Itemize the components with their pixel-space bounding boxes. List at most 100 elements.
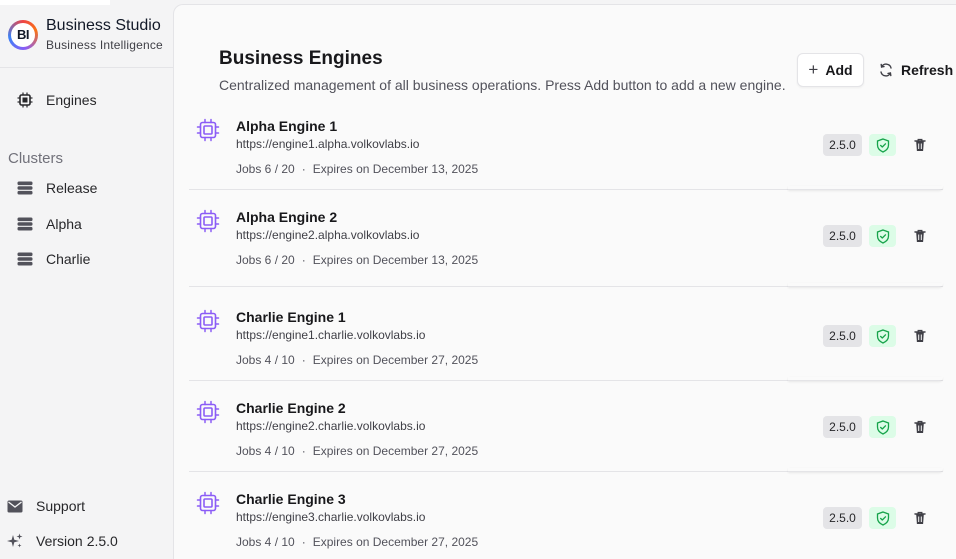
app-subtitle: Business Intelligence — [46, 38, 163, 52]
refresh-button[interactable]: Refresh — [879, 53, 956, 87]
meta-separator: · — [301, 253, 306, 267]
sidebar-item-charlie[interactable]: Charlie — [16, 250, 90, 268]
cpu-icon — [196, 118, 220, 142]
envelope-icon — [6, 497, 24, 515]
cpu-icon — [16, 91, 34, 109]
sidebar-item-label: Alpha — [46, 216, 82, 232]
engine-url: https://engine2.alpha.volkovlabs.io — [236, 228, 420, 242]
shield-check-icon — [876, 510, 889, 526]
engine-jobs: Jobs 4 / 10 — [236, 535, 295, 549]
engine-name: Alpha Engine 2 — [236, 209, 338, 225]
trash-icon — [914, 138, 926, 151]
sidebar-item-alpha[interactable]: Alpha — [16, 215, 82, 233]
cpu-icon — [196, 209, 220, 233]
engine-card-charlie-1[interactable]: Charlie Engine 1 https://engine1.charlie… — [189, 299, 943, 381]
meta-separator: · — [301, 444, 306, 458]
brand[interactable]: BI Business Studio Business Intelligence — [8, 17, 163, 52]
shield-check-icon — [876, 328, 889, 344]
status-badge — [869, 225, 896, 247]
cpu-icon — [196, 400, 220, 424]
engine-meta: Jobs 6 / 20 · Expires on December 13, 2025 — [236, 253, 478, 267]
engine-meta: Jobs 4 / 10 · Expires on December 27, 2025 — [236, 535, 478, 549]
clusters-heading: Clusters — [8, 150, 64, 167]
cpu-icon — [196, 491, 220, 515]
sidebar-item-label: Charlie — [46, 251, 91, 267]
card-shadow — [788, 468, 943, 472]
add-label: Add — [825, 62, 853, 78]
engine-expires: Expires on December 27, 2025 — [312, 353, 479, 367]
server-stack-icon — [16, 250, 34, 268]
version-info: Version 2.5.0 — [6, 532, 118, 550]
card-shadow — [788, 283, 943, 287]
sparkles-icon — [6, 532, 24, 550]
engine-jobs: Jobs 4 / 10 — [236, 444, 295, 458]
version-value: 2.5.0 — [86, 533, 118, 549]
server-stack-icon — [16, 215, 34, 233]
shield-check-icon — [876, 137, 889, 153]
card-shadow — [788, 186, 943, 190]
engine-name: Alpha Engine 1 — [236, 118, 338, 134]
sidebar-item-label: Engines — [46, 92, 97, 108]
engine-jobs: Jobs 6 / 20 — [236, 162, 295, 176]
engine-url: https://engine3.charlie.volkovlabs.io — [236, 510, 426, 524]
trash-icon — [914, 329, 926, 342]
engine-card-alpha-1[interactable]: Alpha Engine 1 https://engine1.alpha.vol… — [189, 108, 943, 190]
version-label: Version — [36, 533, 83, 549]
engine-card-charlie-2[interactable]: Charlie Engine 2 https://engine2.charlie… — [189, 390, 943, 472]
version-badge: 2.5.0 — [823, 225, 862, 247]
version-badge: 2.5.0 — [823, 325, 862, 347]
meta-separator: · — [301, 353, 306, 367]
shield-check-icon — [876, 419, 889, 435]
version-badge: 2.5.0 — [823, 134, 862, 156]
cpu-icon — [196, 309, 220, 333]
status-badge — [869, 325, 896, 347]
delete-button[interactable] — [912, 509, 928, 527]
sidebar-divider — [0, 67, 173, 68]
card-shadow — [788, 377, 943, 381]
add-button[interactable]: + Add — [797, 53, 864, 87]
engine-url: https://engine2.charlie.volkovlabs.io — [236, 419, 426, 433]
engine-url: https://engine1.alpha.volkovlabs.io — [236, 137, 420, 151]
refresh-icon — [879, 63, 893, 77]
sidebar-item-release[interactable]: Release — [16, 179, 97, 197]
engine-expires: Expires on December 27, 2025 — [312, 444, 479, 458]
plus-icon: + — [808, 60, 819, 79]
engine-jobs: Jobs 6 / 20 — [236, 253, 295, 267]
refresh-label: Refresh — [901, 62, 954, 78]
delete-button[interactable] — [912, 227, 928, 245]
engine-card-alpha-2[interactable]: Alpha Engine 2 https://engine2.alpha.vol… — [189, 199, 943, 287]
bi-logo: BI — [8, 19, 38, 50]
trash-icon — [914, 511, 926, 524]
logo-text: BI — [11, 22, 35, 47]
meta-separator: · — [301, 162, 306, 176]
page-title: Business Engines — [219, 48, 383, 69]
shield-check-icon — [876, 228, 889, 244]
top-accent-line — [0, 0, 110, 5]
support-label: Support — [36, 498, 86, 514]
version-badge: 2.5.0 — [823, 416, 862, 438]
engine-meta: Jobs 4 / 10 · Expires on December 27, 2025 — [236, 353, 478, 367]
status-badge — [869, 416, 896, 438]
status-badge — [869, 507, 896, 529]
engine-name: Charlie Engine 2 — [236, 400, 346, 416]
engine-card-charlie-3[interactable]: Charlie Engine 3 https://engine3.charlie… — [189, 481, 943, 559]
status-badge — [869, 134, 896, 156]
support-link[interactable]: Support — [6, 497, 85, 515]
engine-expires: Expires on December 13, 2025 — [312, 162, 479, 176]
engine-url: https://engine1.charlie.volkovlabs.io — [236, 328, 426, 342]
app-title: Business Studio — [46, 17, 161, 34]
engine-name: Charlie Engine 3 — [236, 491, 346, 507]
trash-icon — [914, 420, 926, 433]
engine-expires: Expires on December 13, 2025 — [312, 253, 479, 267]
delete-button[interactable] — [912, 327, 928, 345]
delete-button[interactable] — [912, 418, 928, 436]
sidebar-item-engines[interactable]: Engines — [16, 91, 97, 109]
server-stack-icon — [16, 179, 34, 197]
meta-separator: · — [301, 535, 306, 549]
engine-expires: Expires on December 27, 2025 — [312, 535, 479, 549]
trash-icon — [914, 229, 926, 242]
version-badge: 2.5.0 — [823, 507, 862, 529]
engine-meta: Jobs 4 / 10 · Expires on December 27, 2025 — [236, 444, 478, 458]
engine-meta: Jobs 6 / 20 · Expires on December 13, 2025 — [236, 162, 478, 176]
delete-button[interactable] — [912, 136, 928, 154]
